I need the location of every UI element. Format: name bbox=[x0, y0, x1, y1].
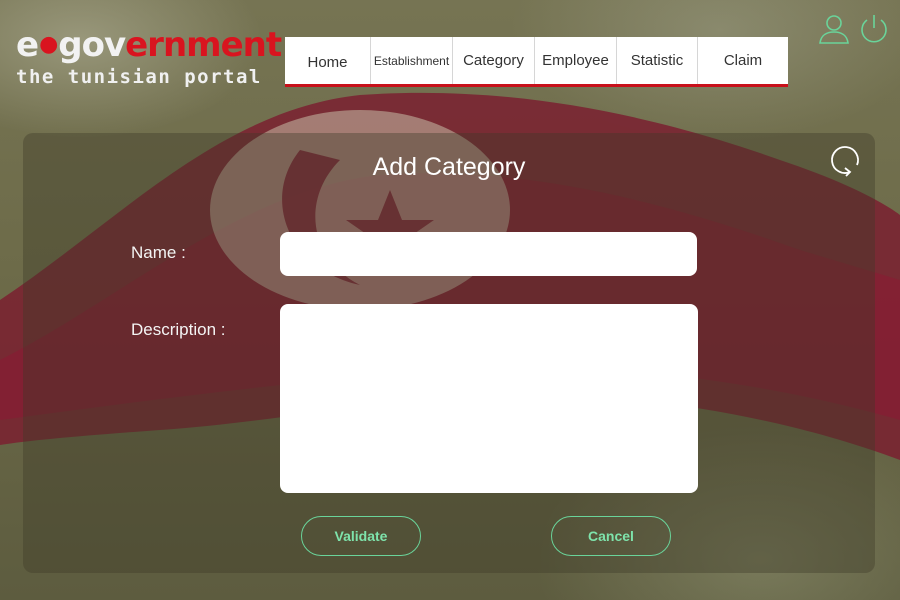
logo-title: e●government bbox=[16, 25, 282, 65]
logo-ernment: ernment bbox=[125, 25, 282, 65]
page-title: Add Category bbox=[372, 153, 526, 181]
nav-home[interactable]: Home bbox=[285, 37, 371, 84]
user-icon[interactable] bbox=[817, 12, 851, 46]
nav-employee[interactable]: Employee bbox=[535, 37, 617, 84]
power-icon[interactable] bbox=[857, 12, 891, 46]
add-category-panel: Add Category Name : Description : Valida… bbox=[23, 133, 875, 573]
nav-claim[interactable]: Claim bbox=[698, 37, 788, 84]
nav-statistic[interactable]: Statistic bbox=[617, 37, 698, 84]
logo-subtitle: the tunisian portal bbox=[16, 66, 262, 88]
name-input[interactable] bbox=[280, 232, 697, 276]
name-label: Name : bbox=[131, 243, 186, 262]
logo-dot: ● bbox=[39, 32, 58, 57]
egovernment-logo[interactable]: e●government the tunisian portal bbox=[16, 25, 282, 96]
nav-category[interactable]: Category bbox=[453, 37, 535, 84]
validate-button[interactable]: Validate bbox=[301, 516, 421, 556]
description-label: Description : bbox=[131, 320, 226, 339]
cancel-button[interactable]: Cancel bbox=[551, 516, 671, 556]
description-input[interactable] bbox=[280, 304, 698, 493]
nav-establishment[interactable]: Establishment bbox=[371, 37, 453, 84]
logo-e: e bbox=[16, 25, 39, 65]
main-nav: Home Establishment Category Employee Sta… bbox=[285, 37, 788, 87]
logo-gov: gov bbox=[58, 25, 126, 65]
